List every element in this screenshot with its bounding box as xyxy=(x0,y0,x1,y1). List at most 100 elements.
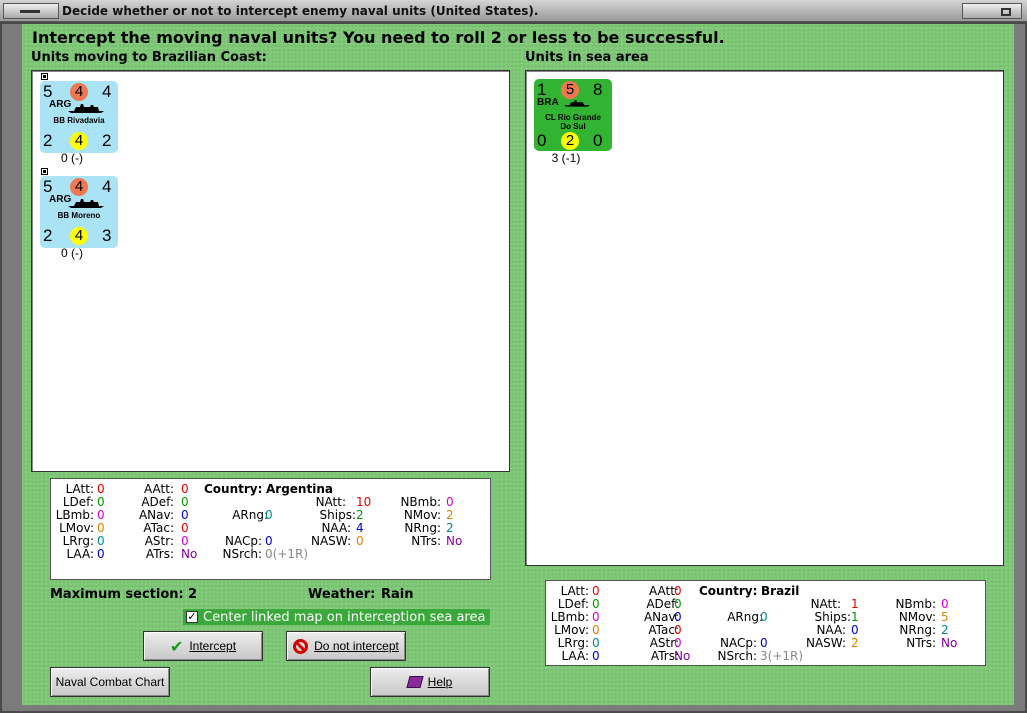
stat-label: NTrs: xyxy=(906,636,936,650)
stat-label: LBmb: xyxy=(55,508,94,522)
stat-value: 0 xyxy=(265,534,273,548)
help-label: Help xyxy=(427,675,453,689)
weather-value: Rain xyxy=(381,587,414,602)
cruiser-icon xyxy=(564,100,590,107)
stat-label: NAtt: xyxy=(810,597,841,611)
counter-circle-value: 4 xyxy=(70,178,88,196)
stat-value: 2 xyxy=(941,623,949,637)
unit-counter[interactable]: 5 4 4 ARG BB Rivadavia 2 4 2 xyxy=(40,81,118,153)
stat-label: NAA: xyxy=(816,623,846,637)
brazil-stats-panel: LAtt: 0 LDef: 0 LBmb: 0 LMov: 0 LRrg: 0 … xyxy=(545,580,986,666)
stat-label: ATac: xyxy=(143,521,174,535)
unit-counter[interactable]: 1 5 8 BRA CL Rio Grande Do Sul 0 2 0 xyxy=(534,79,612,151)
stat-value: 0 xyxy=(851,623,859,637)
stat-value: 0 xyxy=(181,521,189,535)
counter-circle-value: 2 xyxy=(561,132,579,150)
title-bar: Decide whether or not to intercept enemy… xyxy=(0,0,1027,22)
counter-value: 0 xyxy=(593,131,603,150)
stat-value: 0 xyxy=(592,597,600,611)
counter-name: CL Rio Grande xyxy=(545,113,601,122)
checkmark-icon: ✔ xyxy=(169,636,184,656)
stat-label: AAtt: xyxy=(649,584,679,598)
counter-circle-value: 5 xyxy=(561,81,579,99)
stat-value: 0 xyxy=(592,636,600,650)
argentina-stats-panel: LAtt: 0 LDef: 0 LBmb: 0 LMov: 0 LRrg: 0 … xyxy=(50,478,491,580)
stat-label: AStr: xyxy=(144,534,174,548)
stat-label: NSrch: xyxy=(222,547,262,561)
stat-value: No xyxy=(181,547,198,561)
stat-value: No xyxy=(941,636,958,650)
stat-label: LDef: xyxy=(557,597,589,611)
stat-value: 10 xyxy=(356,495,372,509)
stat-value: 0 xyxy=(97,534,105,548)
help-button[interactable]: Help xyxy=(370,667,490,697)
stat-value: 0 xyxy=(674,623,682,637)
right-heading: Units in sea area xyxy=(525,50,649,65)
counter-value: 8 xyxy=(593,80,603,99)
stat-label: NRng: xyxy=(899,623,936,637)
intercept-button[interactable]: ✔ Intercept xyxy=(143,631,263,661)
stat-value: 0 xyxy=(181,482,189,496)
stat-value: 2 xyxy=(446,521,454,535)
stat-label: ATrs: xyxy=(650,649,679,663)
stat-label: NBmb: xyxy=(400,495,441,509)
stat-label: NTrs: xyxy=(411,534,441,548)
stat-label: LAtt: xyxy=(65,482,94,496)
naval-combat-chart-button[interactable]: Naval Combat Chart xyxy=(50,667,170,697)
stat-value: 0 xyxy=(181,534,189,548)
stat-label: LRrg: xyxy=(557,636,589,650)
stat-value: No xyxy=(674,649,691,663)
left-heading: Units moving to Brazilian Coast: xyxy=(31,50,267,65)
counter-value: 4 xyxy=(102,82,112,101)
country-label: Country: xyxy=(699,584,758,598)
stat-value: 0 xyxy=(356,534,364,548)
weather-label: Weather: xyxy=(308,587,376,602)
moving-units-list[interactable]: 5 4 4 ARG BB Rivadavia 2 4 2 0 (-) 5 4 4… xyxy=(31,70,510,472)
country-label: Country: xyxy=(204,482,263,496)
stat-value: 0 xyxy=(760,610,768,624)
stat-value: 0 xyxy=(592,610,600,624)
restore-button[interactable] xyxy=(962,3,1022,19)
unit-caption: 3 (-1) xyxy=(551,151,581,165)
stat-value: 0 xyxy=(181,495,189,509)
system-menu-button[interactable] xyxy=(3,3,59,19)
unit-counter[interactable]: 5 4 4 ARG BB Moreno 2 4 3 xyxy=(40,176,118,248)
stat-label: ANav: xyxy=(138,508,174,522)
stat-label: ANav: xyxy=(643,610,679,624)
stat-label: NRng: xyxy=(404,521,441,535)
unit-caption: 0 (-) xyxy=(61,151,83,165)
unit-marker xyxy=(41,168,48,175)
sea-area-units-list[interactable]: 1 5 8 BRA CL Rio Grande Do Sul 0 2 0 3 (… xyxy=(525,70,1004,566)
stat-label: LMov: xyxy=(554,623,589,637)
stat-label: NAtt: xyxy=(315,495,346,509)
counter-value: 2 xyxy=(43,226,53,245)
do-not-intercept-button[interactable]: Do not intercept xyxy=(286,631,406,661)
battleship-icon xyxy=(68,199,104,208)
stat-value: 0 xyxy=(674,584,682,598)
counter-circle-value: 4 xyxy=(70,83,88,101)
stat-label: LAA: xyxy=(561,649,589,663)
max-section-label: Maximum section: xyxy=(50,587,184,602)
unit-caption: 0 (-) xyxy=(61,246,83,260)
stat-value: 0 xyxy=(181,508,189,522)
stat-label: LBmb: xyxy=(550,610,589,624)
center-map-checkbox-row[interactable]: ✓ Center linked map on interception sea … xyxy=(183,609,490,625)
stat-value: 2 xyxy=(851,636,859,650)
counter-value: 3 xyxy=(102,226,112,245)
stat-label: LRrg: xyxy=(62,534,94,548)
stat-value: 0(+1R) xyxy=(265,547,309,561)
dialog-panel: Intercept the moving naval units? You ne… xyxy=(22,24,1014,705)
counter-value: 0 xyxy=(537,131,547,150)
stat-value: 0 xyxy=(97,521,105,535)
window-title: Decide whether or not to intercept enemy… xyxy=(62,4,539,18)
center-map-checkbox[interactable]: ✓ xyxy=(186,611,198,623)
stat-value: 0 xyxy=(592,584,600,598)
stat-label: ARng: xyxy=(232,508,268,522)
naval-combat-chart-label: Naval Combat Chart xyxy=(55,675,165,689)
help-book-icon xyxy=(406,676,424,688)
stat-value: 0 xyxy=(674,636,682,650)
stat-label: LDef: xyxy=(62,495,94,509)
stat-value: 0 xyxy=(592,623,600,637)
prompt-text: Intercept the moving naval units? You ne… xyxy=(32,28,725,47)
stat-label: LAA: xyxy=(66,547,94,561)
